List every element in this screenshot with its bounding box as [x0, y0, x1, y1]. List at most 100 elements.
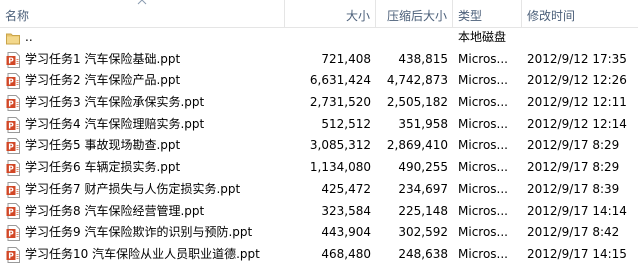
file-row[interactable]: P 学习任务2 汽车保险产品.ppt 6,631,424 4,742,873 Micro… — [0, 70, 638, 92]
svg-text:P: P — [8, 99, 14, 108]
file-name-cell: P 学习任务6 车辆定损实务.ppt — [0, 157, 285, 179]
svg-text:P: P — [8, 208, 14, 217]
file-type: 本地磁盘 — [458, 30, 507, 44]
file-type: Micros... — [458, 160, 508, 175]
ppt-file-icon: P — [6, 116, 20, 133]
file-size — [285, 27, 376, 49]
column-header-compressed[interactable]: 压缩后大小 — [376, 0, 453, 27]
file-row[interactable]: P 学习任务10 汽车保险从业人员职业道德.ppt 468,480 248,638 Mi… — [0, 244, 638, 266]
svg-text:P: P — [8, 78, 14, 87]
column-header-type[interactable]: 类型 — [453, 0, 522, 27]
file-type: Micros... — [458, 116, 508, 131]
file-name-cell: P 学习任务7 财产损失与人伤定损实务.ppt — [0, 179, 285, 201]
file-row[interactable]: P 学习任务4 汽车保险理赔实务.ppt 512,512 351,958 Micros.… — [0, 114, 638, 136]
file-type: Micros... — [458, 246, 508, 261]
file-row[interactable]: P 学习任务9 汽车保险欺诈的识别与预防.ppt 443,904 302,592 Mic… — [0, 222, 638, 244]
svg-text:P: P — [8, 251, 14, 260]
ppt-file-icon: P — [6, 51, 20, 68]
column-header-type-label: 类型 — [458, 9, 483, 23]
file-size: 443,904 — [321, 225, 371, 240]
file-modified-time: 2012/9/12 17:35 — [527, 51, 627, 66]
file-size: 1,134,080 — [309, 160, 371, 175]
svg-text:P: P — [8, 164, 14, 173]
file-type: Micros... — [458, 181, 508, 196]
file-name: 学习任务1 汽车保险基础.ppt — [25, 51, 181, 66]
file-compressed-size: 490,255 — [398, 160, 448, 175]
file-name-cell: P 学习任务9 汽车保险欺诈的识别与预防.ppt — [0, 222, 285, 244]
file-type: Micros... — [458, 138, 508, 153]
file-type: Micros... — [458, 73, 508, 88]
file-name: 学习任务3 汽车保险承保实务.ppt — [25, 95, 205, 110]
file-name-cell: P 学习任务10 汽车保险从业人员职业道德.ppt — [0, 244, 285, 266]
column-header-bar: 名称 大小 压缩后大小 类型 修改时间 — [0, 0, 638, 28]
column-header-size[interactable]: 大小 — [285, 0, 376, 27]
sort-ascending-icon — [137, 0, 147, 5]
svg-text:P: P — [8, 229, 14, 238]
file-size: 425,472 — [321, 181, 371, 196]
file-compressed-size: 351,958 — [398, 116, 448, 131]
file-name: 学习任务10 汽车保险从业人员职业道德.ppt — [25, 246, 260, 261]
file-modified-time: 2012/9/12 12:14 — [527, 116, 627, 131]
file-type: Micros... — [458, 203, 508, 218]
column-header-modified[interactable]: 修改时间 — [522, 0, 638, 27]
file-modified-time: 2012/9/17 8:39 — [527, 181, 620, 196]
file-name-cell: P 学习任务5 事故现场勘查.ppt — [0, 135, 285, 157]
file-size: 3,085,312 — [309, 138, 371, 153]
file-row[interactable]: P 学习任务7 财产损失与人伤定损实务.ppt 425,472 234,697 Micr… — [0, 179, 638, 201]
file-type: Micros... — [458, 51, 508, 66]
file-compressed-size — [376, 27, 453, 49]
file-type: Micros... — [458, 225, 508, 240]
ppt-file-icon: P — [6, 225, 20, 242]
file-modified-time: 2012/9/17 8:29 — [527, 138, 620, 153]
file-name-cell: P 学习任务1 汽车保险基础.ppt — [0, 49, 285, 71]
file-modified-time: 2012/9/12 12:11 — [527, 95, 627, 110]
file-compressed-size: 248,638 — [398, 246, 448, 261]
file-name: 学习任务4 汽车保险理赔实务.ppt — [25, 116, 205, 131]
column-header-name[interactable]: 名称 — [0, 0, 285, 27]
file-name: 学习任务7 财产损失与人伤定损实务.ppt — [25, 181, 241, 196]
file-row[interactable]: P 学习任务3 汽车保险承保实务.ppt 2,731,520 2,505,182 Mic… — [0, 92, 638, 114]
file-modified-time: 2012/9/17 8:42 — [527, 225, 620, 240]
file-row[interactable]: P 学习任务6 车辆定损实务.ppt 1,134,080 490,255 Micros.… — [0, 157, 638, 179]
ppt-file-icon: P — [6, 203, 20, 220]
column-header-modified-label: 修改时间 — [527, 9, 576, 23]
svg-text:P: P — [8, 143, 14, 152]
file-name: 学习任务8 汽车保险经营管理.ppt — [25, 203, 205, 218]
file-name: 学习任务2 汽车保险产品.ppt — [25, 73, 181, 88]
svg-text:P: P — [8, 56, 14, 65]
file-list-view: 名称 大小 压缩后大小 类型 修改时间 .. 本地磁盘 P 学习任务1 汽车保险基础.… — [0, 0, 638, 265]
file-name-cell: P 学习任务3 汽车保险承保实务.ppt — [0, 92, 285, 114]
file-size: 2,731,520 — [309, 95, 371, 110]
file-size: 468,480 — [321, 246, 371, 261]
file-modified-time: 2012/9/17 14:14 — [527, 203, 627, 218]
file-modified-time — [522, 27, 638, 49]
file-compressed-size: 234,697 — [398, 181, 448, 196]
ppt-file-icon: P — [6, 94, 20, 111]
file-row[interactable]: P 学习任务8 汽车保险经营管理.ppt 323,584 225,148 Micros.… — [0, 201, 638, 223]
file-modified-time: 2012/9/17 14:15 — [527, 246, 627, 261]
file-compressed-size: 302,592 — [398, 225, 448, 240]
file-compressed-size: 2,505,182 — [386, 95, 448, 110]
file-name-cell: .. — [0, 27, 285, 49]
file-rows: .. 本地磁盘 P 学习任务1 汽车保险基础.ppt 721,408 438,815 Mic… — [0, 27, 638, 266]
file-size: 6,631,424 — [309, 73, 371, 88]
file-name-cell: P 学习任务2 汽车保险产品.ppt — [0, 70, 285, 92]
file-name: .. — [25, 30, 33, 44]
parent-folder-row[interactable]: .. 本地磁盘 — [0, 27, 638, 49]
file-compressed-size: 225,148 — [398, 203, 448, 218]
file-compressed-size: 4,742,873 — [386, 73, 448, 88]
file-compressed-size: 2,869,410 — [386, 138, 448, 153]
svg-text:P: P — [8, 121, 14, 130]
file-row[interactable]: P 学习任务1 汽车保险基础.ppt 721,408 438,815 Micros...… — [0, 49, 638, 71]
ppt-file-icon: P — [6, 246, 20, 263]
ppt-file-icon: P — [6, 181, 20, 198]
file-type: Micros... — [458, 95, 508, 110]
file-name-cell: P 学习任务4 汽车保险理赔实务.ppt — [0, 114, 285, 136]
file-modified-time: 2012/9/17 8:29 — [527, 160, 620, 175]
file-name: 学习任务6 车辆定损实务.ppt — [25, 160, 181, 175]
file-name: 学习任务9 汽车保险欺诈的识别与预防.ppt — [25, 225, 253, 240]
file-row[interactable]: P 学习任务5 事故现场勘查.ppt 3,085,312 2,869,410 Micro… — [0, 135, 638, 157]
column-header-size-label: 大小 — [345, 9, 370, 23]
column-header-compressed-label: 压缩后大小 — [386, 9, 447, 23]
svg-text:P: P — [8, 186, 14, 195]
